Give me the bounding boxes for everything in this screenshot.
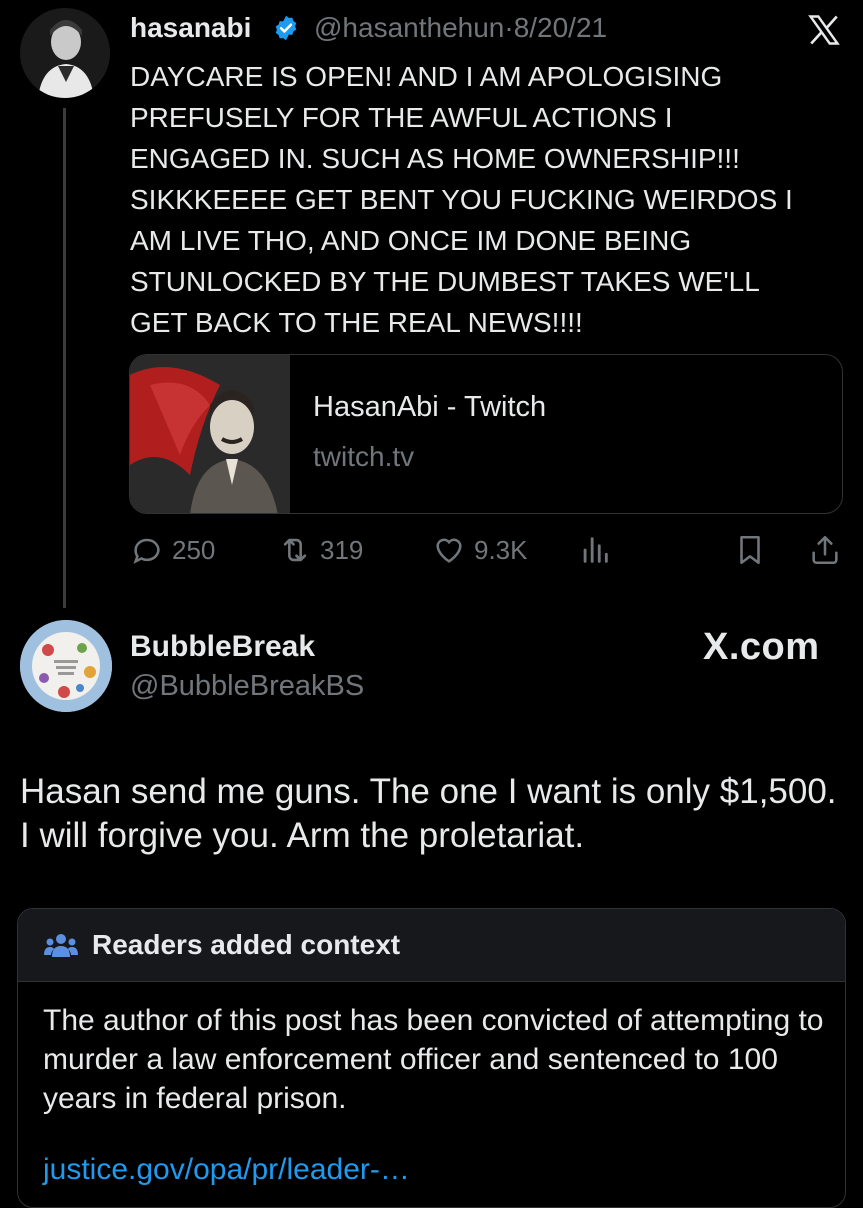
thread-line bbox=[63, 108, 66, 608]
share-button[interactable] bbox=[808, 530, 842, 570]
display-name[interactable]: BubbleBreak bbox=[130, 630, 315, 664]
share-icon bbox=[812, 535, 838, 565]
retweet-icon bbox=[283, 538, 307, 562]
link-card-title: HasanAbi - Twitch bbox=[313, 391, 547, 423]
link-card[interactable]: HasanAbi - Twitch twitch.tv bbox=[129, 354, 843, 514]
handle[interactable]: @BubbleBreakBS bbox=[130, 670, 364, 703]
x-logo-icon[interactable] bbox=[806, 12, 842, 48]
community-note[interactable]: Readers added context The author of this… bbox=[17, 908, 846, 1208]
retweet-button[interactable]: 319 bbox=[278, 530, 363, 570]
community-note-title: Readers added context bbox=[92, 929, 401, 960]
post-date[interactable]: 8/20/21 bbox=[514, 12, 607, 43]
link-card-thumbnail bbox=[130, 355, 290, 513]
heart-icon bbox=[436, 538, 462, 563]
separator: · bbox=[504, 12, 514, 43]
bookmark-icon bbox=[740, 535, 760, 565]
handle[interactable]: @hasanthehun bbox=[314, 12, 504, 43]
link-card-domain: twitch.tv bbox=[313, 441, 415, 472]
verified-badge-icon bbox=[275, 15, 297, 41]
x-com-watermark: X.com bbox=[703, 626, 820, 668]
reply-icon bbox=[133, 538, 160, 564]
community-note-text: The author of this post has been convict… bbox=[43, 1004, 824, 1115]
handle-and-date: @hasanthehun·8/20/21 bbox=[314, 12, 607, 44]
reply-count: 250 bbox=[172, 534, 216, 565]
tweet-text: Hasan send me guns. The one I want is on… bbox=[20, 772, 837, 855]
reply-button[interactable]: 250 bbox=[130, 530, 215, 570]
bookmark-button[interactable] bbox=[733, 530, 767, 570]
people-icon bbox=[44, 934, 78, 957]
tweet-text: DAYCARE IS OPEN! AND I AM APOLOGISING PR… bbox=[130, 61, 793, 338]
like-count: 9.3K bbox=[474, 534, 528, 565]
community-note-link[interactable]: justice.gov/opa/pr/leader-… bbox=[43, 1153, 410, 1187]
community-note-header: Readers added context bbox=[18, 909, 845, 982]
retweet-count: 319 bbox=[320, 534, 364, 565]
like-button[interactable]: 9.3K bbox=[432, 530, 528, 570]
display-name[interactable]: hasanabi bbox=[130, 12, 251, 44]
views-icon bbox=[583, 537, 608, 563]
avatar[interactable] bbox=[20, 8, 110, 98]
views-button[interactable] bbox=[578, 530, 612, 570]
avatar[interactable] bbox=[20, 620, 112, 712]
